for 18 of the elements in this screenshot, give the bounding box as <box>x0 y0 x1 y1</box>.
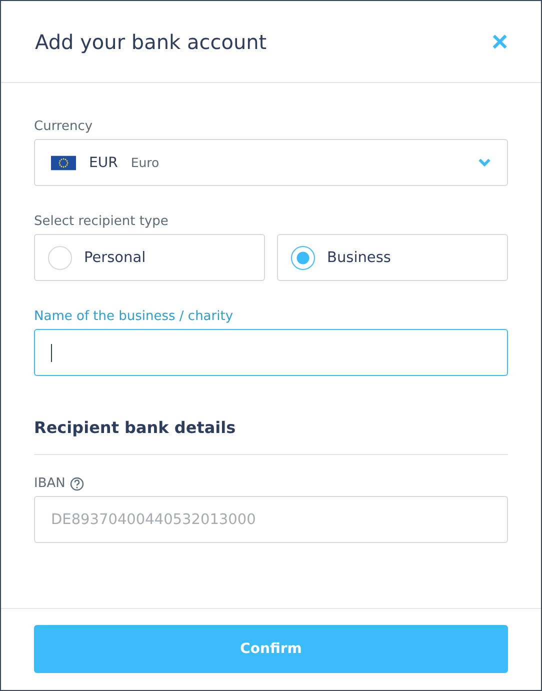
currency-select[interactable]: EUR Euro <box>34 139 508 186</box>
dialog-title: Add your bank account <box>35 30 267 54</box>
field-label: Currency <box>34 119 93 134</box>
chevron-down-icon <box>478 158 491 167</box>
input-field[interactable] <box>34 329 508 376</box>
field-label: Select recipient type <box>34 214 168 229</box>
field-label: IBAN <box>34 476 66 491</box>
help-icon[interactable] <box>70 476 84 490</box>
iban-field[interactable]: DE89370400440532013000 <box>34 496 508 543</box>
radio-label: Personal <box>84 250 146 266</box>
field-label: Name of the business / charity <box>34 309 234 324</box>
radio-option[interactable]: Personal <box>34 234 265 281</box>
radio-option[interactable]: Business <box>277 234 508 281</box>
flag-icon <box>51 154 76 170</box>
currency-code: EUR <box>89 154 118 170</box>
radio-label: Business <box>327 250 391 266</box>
section-heading: Recipient bank details <box>34 418 237 437</box>
currency-name: Euro <box>130 155 160 170</box>
